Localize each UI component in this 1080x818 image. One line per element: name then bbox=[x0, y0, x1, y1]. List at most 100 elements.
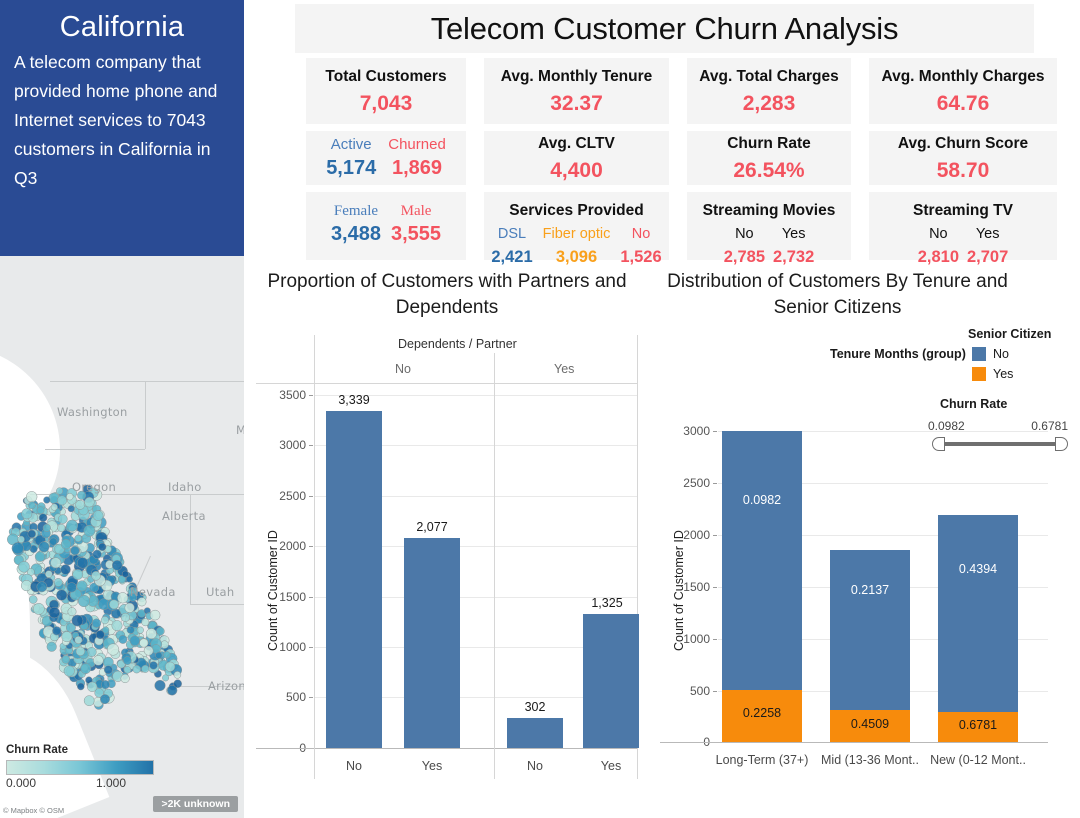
ytickmark-3000 bbox=[309, 445, 313, 446]
kpi-service-dsl: DSL 2,421 bbox=[491, 224, 532, 270]
stack1-segment-no[interactable] bbox=[722, 431, 802, 690]
left-panel: California A telecom company that provid… bbox=[0, 0, 244, 818]
kpi-streaming-tv-label: Streaming TV bbox=[913, 202, 1013, 219]
kpi-avg-churn-score[interactable]: Avg. Churn Score 58.70 bbox=[869, 131, 1057, 185]
churn-rate-range-slider[interactable] bbox=[932, 437, 1068, 451]
xtick-yes-no: No bbox=[527, 759, 543, 773]
kpi-female-label: Female bbox=[333, 203, 379, 219]
kpi-streaming-tv-items: No 2,810 Yes 2,707 bbox=[918, 224, 1009, 270]
filter-title-churn-rate: Churn Rate bbox=[940, 397, 1008, 411]
xtick-no-yes: Yes bbox=[421, 759, 443, 773]
kpi-streaming-movies-items: No 2,785 Yes 2,732 bbox=[724, 224, 815, 270]
kpi-service-no: No 1,526 bbox=[620, 224, 661, 270]
kpi-churned-value: 1,869 bbox=[391, 157, 443, 179]
stack3-label-yes: 0.6781 bbox=[958, 718, 998, 732]
ytick-500: 500 bbox=[285, 690, 306, 704]
map-unknown-badge[interactable]: >2K unknown bbox=[153, 796, 238, 812]
kpi-streaming-tv-yes-label: Yes bbox=[975, 226, 1000, 242]
slider-handle-max[interactable] bbox=[1055, 437, 1068, 451]
map-label-arizona: Arizona bbox=[208, 679, 244, 693]
ytickmark-3500 bbox=[309, 395, 313, 396]
chart1-panel-sep-left bbox=[314, 383, 315, 779]
kpi-streaming-movies[interactable]: Streaming Movies No 2,785 Yes 2,732 bbox=[687, 192, 851, 266]
legend-entry-no[interactable]: No bbox=[972, 347, 1009, 361]
stack3-segment-no[interactable] bbox=[938, 515, 1018, 712]
kpi-avg-monthly-tenure[interactable]: Avg. Monthly Tenure 32.37 bbox=[484, 58, 669, 124]
chart-partners-dependents-plot[interactable]: Dependents / Partner No Yes Count of Cus… bbox=[248, 321, 646, 779]
kpi-gender-pairs: Female 3,488 Male 3,555 bbox=[331, 201, 441, 247]
kpi-streaming-tv-no: No 2,810 bbox=[918, 224, 959, 270]
kpi-avg-monthly-charges-value: 64.76 bbox=[936, 91, 990, 115]
slider-handle-min[interactable] bbox=[932, 437, 945, 451]
kpi-streaming-tv[interactable]: Streaming TV No 2,810 Yes 2,707 bbox=[869, 192, 1057, 266]
kpi-active-churned-pairs: Active 5,174 Churned 1,869 bbox=[326, 135, 446, 181]
bar-label-yes-yes: 1,325 bbox=[591, 596, 623, 610]
bar-yes-no[interactable] bbox=[507, 718, 563, 748]
kpi-male-label: Male bbox=[400, 203, 432, 219]
bar-no-yes[interactable] bbox=[404, 538, 460, 748]
tenure-group-label: Tenure Months (group) bbox=[830, 347, 966, 361]
kpi-services-items: DSL 2,421 Fiber optic 3,096 No 1,526 bbox=[491, 224, 661, 270]
kpi-avg-churn-score-value: 58.70 bbox=[936, 158, 990, 182]
bar-yes-yes[interactable] bbox=[583, 614, 639, 748]
chart1-panel-sep-mid bbox=[494, 383, 495, 779]
ytickmark-500 bbox=[309, 697, 313, 698]
intro-description: A telecom company that provided home pho… bbox=[14, 52, 218, 188]
kpi-churn-rate-label: Churn Rate bbox=[727, 134, 811, 152]
kpi-churned-label: Churned bbox=[388, 136, 446, 153]
legend-entry-yes[interactable]: Yes bbox=[972, 367, 1013, 381]
map-churn-dots bbox=[7, 484, 183, 710]
kpi-services-provided[interactable]: Services Provided DSL 2,421 Fiber optic … bbox=[484, 192, 669, 266]
kpi-avg-total-charges[interactable]: Avg. Total Charges 2,283 bbox=[687, 58, 851, 124]
xtick2-mid: Mid (13-36 Mont.. bbox=[821, 753, 919, 767]
kpi-total-customers-label: Total Customers bbox=[325, 67, 447, 85]
kpi-total-customers[interactable]: Total Customers 7,043 bbox=[306, 58, 466, 124]
map-legend-scale: 0.000 1.000 bbox=[6, 776, 126, 790]
page-title: Telecom Customer Churn Analysis bbox=[430, 10, 899, 46]
kpi-streaming-tv-yes: Yes 2,707 bbox=[967, 224, 1008, 270]
stack1-label-yes: 0.2258 bbox=[742, 706, 782, 720]
map-attribution: © Mapbox © OSM bbox=[3, 806, 65, 815]
stack2-segment-no[interactable] bbox=[830, 550, 910, 710]
legend-swatch-yes bbox=[972, 367, 986, 381]
chart-partners-dependents: Proportion of Customers with Partners an… bbox=[248, 269, 646, 779]
panel-divider-mid bbox=[494, 353, 495, 383]
map-legend-colorramp bbox=[6, 760, 154, 775]
kpi-service-fiber-label: Fiber optic bbox=[542, 226, 611, 242]
kpi-service-fiber-value: 3,096 bbox=[555, 248, 598, 266]
charts-row: Proportion of Customers with Partners an… bbox=[248, 269, 1080, 779]
kpi-avg-total-charges-label: Avg. Total Charges bbox=[699, 67, 839, 85]
kpi-avg-cltv[interactable]: Avg. CLTV 4,400 bbox=[484, 131, 669, 185]
kpi-gender[interactable]: Female 3,488 Male 3,555 bbox=[306, 192, 466, 260]
bar-no-no[interactable] bbox=[326, 411, 382, 748]
ytick2-1500: 1500 bbox=[683, 580, 710, 594]
ytick-3500: 3500 bbox=[279, 388, 306, 402]
kpi-streaming-movies-yes-value: 2,732 bbox=[773, 248, 815, 266]
kpi-streaming-movies-no-value: 2,785 bbox=[723, 248, 765, 266]
map-legend-title: Churn Rate bbox=[6, 744, 68, 756]
ytickmark2-500 bbox=[713, 691, 717, 692]
map-label-utah: Utah bbox=[206, 585, 235, 599]
ytickmark-2500 bbox=[309, 496, 313, 497]
kpi-avg-churn-score-label: Avg. Churn Score bbox=[897, 134, 1029, 152]
panel-divider-left bbox=[314, 335, 315, 383]
kpi-churned: Churned 1,869 bbox=[388, 135, 446, 181]
kpi-service-no-value: 1,526 bbox=[620, 248, 662, 266]
kpi-streaming-movies-yes-label: Yes bbox=[781, 226, 806, 242]
ytickmark-2000 bbox=[309, 546, 313, 547]
main-content: Telecom Customer Churn Analysis Total Cu… bbox=[244, 0, 1080, 818]
chart-tenure-senior-plot[interactable]: Senior Citizen No Yes Tenure Months (gro… bbox=[650, 321, 1080, 767]
ytickmark2-2500 bbox=[713, 483, 717, 484]
kpi-churn-rate[interactable]: Churn Rate 26.54% bbox=[687, 131, 851, 185]
kpi-streaming-movies-no-label: No bbox=[735, 226, 754, 242]
panel-divider-right bbox=[637, 335, 638, 383]
kpi-active-churned[interactable]: Active 5,174 Churned 1,869 bbox=[306, 131, 466, 185]
xtick-no-no: No bbox=[346, 759, 362, 773]
kpi-avg-monthly-charges[interactable]: Avg. Monthly Charges 64.76 bbox=[869, 58, 1057, 124]
kpi-service-no-label: No bbox=[631, 226, 651, 242]
map-legend-min: 0.000 bbox=[6, 776, 37, 790]
panel-group-no: No bbox=[395, 362, 411, 376]
kpi-streaming-tv-no-value: 2,810 bbox=[917, 248, 959, 266]
kpi-avg-monthly-tenure-value: 32.37 bbox=[550, 91, 603, 115]
california-churn-map[interactable]: Alberta Washington Oregon Idaho Nevada N… bbox=[0, 256, 244, 818]
